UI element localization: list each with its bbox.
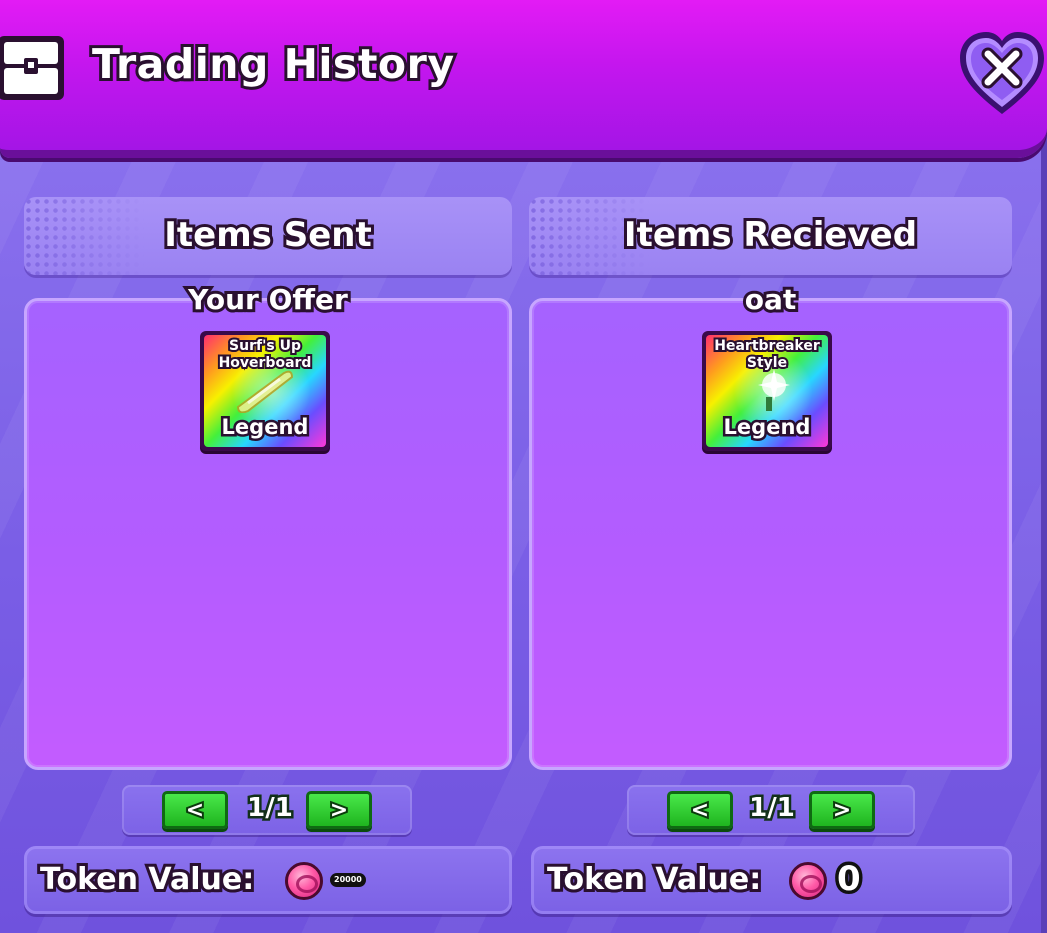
items-sent-header: Items Sent — [24, 197, 512, 275]
left-token-value: 20000 — [330, 873, 366, 887]
right-token-value-bar: Token Value: 0 — [531, 846, 1012, 914]
trading-history-window: Trading History Items Sent Your Offer Su… — [0, 0, 1047, 933]
items-sent-panel: Surf's Up Hoverboard Legend — [24, 298, 512, 770]
item-rarity: Legend — [219, 413, 311, 442]
item-card-heartbreaker-style[interactable]: Heartbreaker Style Legend — [702, 331, 832, 451]
window-header: Trading History — [0, 0, 1047, 158]
items-received-header: Items Recieved — [529, 197, 1012, 275]
left-token-value-bar: Token Value: 20000 — [24, 846, 512, 914]
items-received-panel: Heartbreaker Style Legend — [529, 298, 1012, 770]
left-owner-label: Your Offer — [185, 280, 351, 319]
close-heart-icon — [960, 32, 1044, 114]
item-card-background: Heartbreaker Style Legend — [706, 335, 828, 447]
left-page-count: 1/1 — [245, 791, 296, 826]
right-owner-label: oat — [742, 280, 800, 319]
right-token-label: Token Value: — [544, 859, 764, 900]
chest-icon — [0, 36, 64, 100]
items-sent-title: Items Sent — [161, 212, 374, 258]
item-name: Heartbreaker Style — [712, 336, 821, 373]
right-token-value: 0 — [834, 856, 865, 903]
items-received-title: Items Recieved — [621, 212, 920, 258]
right-pager: < 1/1 > — [627, 785, 915, 835]
sparkle-style-icon — [758, 369, 790, 411]
close-button[interactable] — [956, 28, 1047, 120]
left-next-page-button[interactable]: > — [306, 791, 372, 829]
item-card-background: Surf's Up Hoverboard Legend — [204, 335, 326, 447]
left-prev-page-button[interactable]: < — [162, 791, 228, 829]
left-pager: < 1/1 > — [122, 785, 412, 835]
right-prev-page-button[interactable]: < — [667, 791, 733, 829]
hoverboard-icon — [236, 370, 294, 413]
window-title: Trading History — [89, 37, 457, 91]
item-card-surfs-up-hoverboard[interactable]: Surf's Up Hoverboard Legend — [200, 331, 330, 451]
left-token-label: Token Value: — [37, 859, 257, 900]
item-rarity: Legend — [721, 413, 813, 442]
item-name: Surf's Up Hoverboard — [217, 336, 314, 373]
right-page-count: 1/1 — [747, 791, 798, 826]
right-next-page-button[interactable]: > — [809, 791, 875, 829]
token-coin-icon — [285, 862, 323, 900]
token-coin-icon — [789, 862, 827, 900]
